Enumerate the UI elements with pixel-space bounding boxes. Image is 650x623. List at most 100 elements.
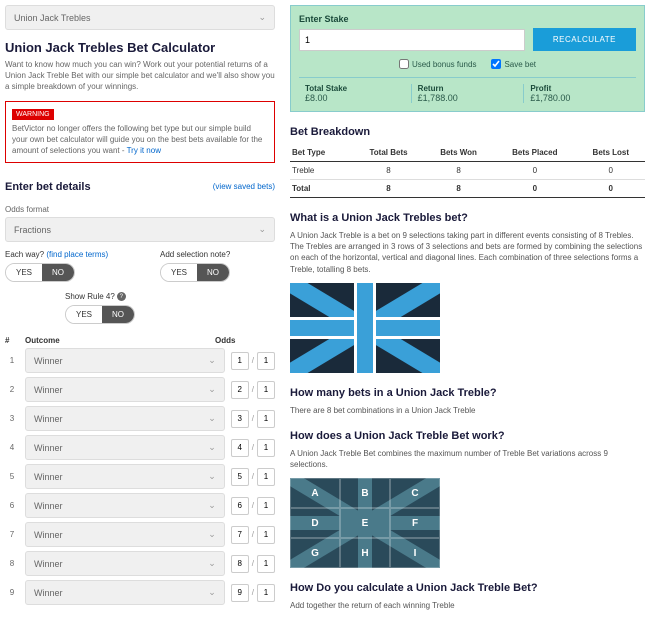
results-row: Total Stake£8.00 Return£1,788.00 Profit£… bbox=[299, 77, 636, 103]
note-yes[interactable]: YES bbox=[161, 264, 197, 281]
row-num: 5 bbox=[5, 472, 19, 481]
note-toggle[interactable]: YES NO bbox=[160, 263, 230, 282]
selection-row: 7Winner⌄/ bbox=[5, 522, 275, 547]
warning-box: WARNING BetVictor no longer offers the f… bbox=[5, 101, 275, 164]
odds-format-value: Fractions bbox=[14, 225, 51, 235]
odds-den-input[interactable] bbox=[257, 526, 275, 544]
outcome-select[interactable]: Winner⌄ bbox=[25, 377, 225, 402]
odds-num-input[interactable] bbox=[231, 352, 249, 370]
chevron-down-icon: ⌄ bbox=[258, 12, 266, 23]
outcome-select[interactable]: Winner⌄ bbox=[25, 406, 225, 431]
rule4-no[interactable]: NO bbox=[102, 306, 134, 323]
outcome-select[interactable]: Winner⌄ bbox=[25, 580, 225, 605]
selection-row: 2Winner⌄/ bbox=[5, 377, 275, 402]
stake-input[interactable] bbox=[299, 29, 525, 51]
each-way-yes[interactable]: YES bbox=[6, 264, 42, 281]
chevron-down-icon: ⌄ bbox=[208, 587, 216, 598]
odds-num-input[interactable] bbox=[231, 468, 249, 486]
note-label: Add selection note? bbox=[160, 250, 275, 259]
odds-num-input[interactable] bbox=[231, 381, 249, 399]
odds-num-input[interactable] bbox=[231, 526, 249, 544]
a4-text: Add together the return of each winning … bbox=[290, 600, 645, 611]
place-terms-link[interactable]: (find place terms) bbox=[46, 250, 108, 259]
rule4-yes[interactable]: YES bbox=[66, 306, 102, 323]
stake-label: Enter Stake bbox=[299, 14, 636, 24]
odds-num-input[interactable] bbox=[231, 497, 249, 515]
odds-den-input[interactable] bbox=[257, 381, 275, 399]
chevron-down-icon: ⌄ bbox=[208, 442, 216, 453]
profit-value: £1,780.00 bbox=[530, 93, 630, 103]
view-saved-link[interactable]: (view saved bets) bbox=[213, 182, 275, 191]
return-value: £1,788.00 bbox=[418, 93, 518, 103]
help-icon[interactable]: ? bbox=[117, 292, 126, 301]
odds-num-input[interactable] bbox=[231, 584, 249, 602]
rule4-toggle[interactable]: YES NO bbox=[65, 305, 135, 324]
selection-row: 9Winner⌄/ bbox=[5, 580, 275, 605]
outcome-select[interactable]: Winner⌄ bbox=[25, 464, 225, 489]
odds-den-input[interactable] bbox=[257, 468, 275, 486]
selection-row: 8Winner⌄/ bbox=[5, 551, 275, 576]
a3-text: A Union Jack Treble Bet combines the max… bbox=[290, 448, 645, 470]
breakdown-heading: Bet Breakdown bbox=[290, 126, 645, 138]
each-way-label: Each way? (find place terms) bbox=[5, 250, 120, 259]
outcome-select[interactable]: Winner⌄ bbox=[25, 551, 225, 576]
outcome-select[interactable]: Winner⌄ bbox=[25, 493, 225, 518]
odds-format-label: Odds format bbox=[5, 205, 275, 214]
table-row: Total8800 bbox=[290, 180, 645, 198]
chevron-down-icon: ⌄ bbox=[208, 500, 216, 511]
odds-den-input[interactable] bbox=[257, 439, 275, 457]
try-it-link[interactable]: Try it now bbox=[127, 146, 161, 155]
odds-den-input[interactable] bbox=[257, 584, 275, 602]
chevron-down-icon: ⌄ bbox=[208, 384, 216, 395]
row-num: 4 bbox=[5, 443, 19, 452]
odds-num-input[interactable] bbox=[231, 410, 249, 428]
row-num: 8 bbox=[5, 559, 19, 568]
bet-type-select[interactable]: Union Jack Trebles ⌄ bbox=[5, 5, 275, 30]
bonus-checkbox[interactable]: Used bonus funds bbox=[399, 59, 477, 69]
a1-text: A Union Jack Treble is a bet on 9 select… bbox=[290, 230, 645, 275]
details-heading: Enter bet details bbox=[5, 181, 91, 193]
union-jack-grid: ABC DEF GHI bbox=[290, 478, 440, 568]
selection-row: 1Winner⌄/ bbox=[5, 348, 275, 373]
row-num: 3 bbox=[5, 414, 19, 423]
total-stake-value: £8.00 bbox=[305, 93, 405, 103]
selection-row: 4Winner⌄/ bbox=[5, 435, 275, 460]
each-way-toggle[interactable]: YES NO bbox=[5, 263, 75, 282]
page-title: Union Jack Trebles Bet Calculator bbox=[5, 40, 275, 55]
warning-text: BetVictor no longer offers the following… bbox=[12, 123, 268, 157]
chevron-down-icon: ⌄ bbox=[208, 558, 216, 569]
chevron-down-icon: ⌄ bbox=[208, 471, 216, 482]
odds-num-input[interactable] bbox=[231, 555, 249, 573]
row-num: 6 bbox=[5, 501, 19, 510]
chevron-down-icon: ⌄ bbox=[208, 529, 216, 540]
selection-row: 5Winner⌄/ bbox=[5, 464, 275, 489]
selections-header: # Outcome Odds bbox=[5, 336, 275, 348]
breakdown-table: Bet TypeTotal BetsBets WonBets PlacedBet… bbox=[290, 144, 645, 198]
chevron-down-icon: ⌄ bbox=[208, 355, 216, 366]
each-way-no[interactable]: NO bbox=[42, 264, 74, 281]
union-jack-flag bbox=[290, 283, 440, 373]
outcome-select[interactable]: Winner⌄ bbox=[25, 435, 225, 460]
odds-den-input[interactable] bbox=[257, 352, 275, 370]
selection-row: 6Winner⌄/ bbox=[5, 493, 275, 518]
outcome-select[interactable]: Winner⌄ bbox=[25, 522, 225, 547]
row-num: 1 bbox=[5, 356, 19, 365]
note-no[interactable]: NO bbox=[197, 264, 229, 281]
outcome-select[interactable]: Winner⌄ bbox=[25, 348, 225, 373]
recalculate-button[interactable]: RECALCULATE bbox=[533, 28, 636, 51]
odds-den-input[interactable] bbox=[257, 410, 275, 428]
row-num: 9 bbox=[5, 588, 19, 597]
save-bet-checkbox[interactable]: Save bet bbox=[491, 59, 536, 69]
bet-type-value: Union Jack Trebles bbox=[14, 13, 91, 23]
odds-format-select[interactable]: Fractions ⌄ bbox=[5, 217, 275, 242]
intro-text: Want to know how much you can win? Work … bbox=[5, 59, 275, 93]
row-num: 2 bbox=[5, 385, 19, 394]
odds-num-input[interactable] bbox=[231, 439, 249, 457]
q3-heading: How does a Union Jack Treble Bet work? bbox=[290, 430, 645, 442]
selection-row: 3Winner⌄/ bbox=[5, 406, 275, 431]
warning-tag: WARNING bbox=[12, 109, 54, 120]
odds-den-input[interactable] bbox=[257, 497, 275, 515]
q1-heading: What is a Union Jack Trebles bet? bbox=[290, 212, 645, 224]
q2-heading: How many bets in a Union Jack Treble? bbox=[290, 387, 645, 399]
odds-den-input[interactable] bbox=[257, 555, 275, 573]
